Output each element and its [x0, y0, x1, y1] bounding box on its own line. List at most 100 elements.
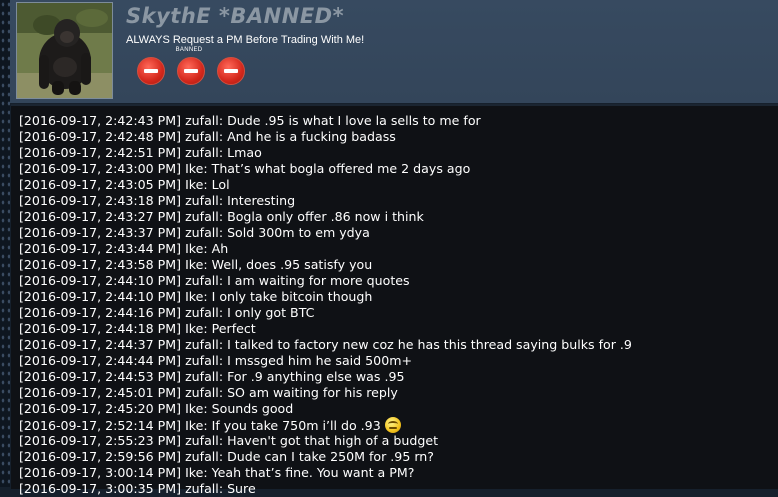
chat-message: [2016-09-17, 2:44:44 PM] zufall: I mssge…: [19, 353, 413, 368]
chat-log-panel: [2016-09-17, 2:42:43 PM] zufall: Dude .9…: [11, 104, 778, 496]
chat-message: [2016-09-17, 2:43:37 PM] zufall: Sold 30…: [19, 225, 370, 240]
banned-icon[interactable]: [177, 57, 205, 85]
banned-icon[interactable]: [137, 57, 165, 85]
chat-message: [2016-09-17, 2:59:56 PM] zufall: Dude ca…: [19, 449, 434, 464]
chat-username[interactable]: zufall: [185, 145, 219, 160]
chat-message-text: Sold 300m to em ydya: [227, 225, 370, 240]
chat-message-text: For .9 anything else was .95: [227, 369, 405, 384]
chat-username[interactable]: Ike: [185, 161, 203, 176]
chat-message: [2016-09-17, 3:00:14 PM] Ike: Yeah that’…: [19, 465, 415, 480]
chat-username[interactable]: zufall: [185, 273, 219, 288]
chat-username[interactable]: Ike: [185, 401, 203, 416]
chat-message: [2016-09-17, 2:43:05 PM] Ike: Lol: [19, 177, 230, 192]
chat-timestamp: [2016-09-17, 2:44:44 PM]: [19, 353, 182, 368]
smiley-icon: [384, 417, 401, 433]
chat-message: [2016-09-17, 3:00:35 PM] zufall: Sure: [19, 481, 256, 496]
chat-message-text: Sounds good: [211, 401, 294, 416]
avatar[interactable]: [16, 2, 113, 99]
chat-username[interactable]: Ike: [185, 177, 203, 192]
chat-username[interactable]: zufall: [185, 433, 219, 448]
chat-username[interactable]: zufall: [185, 353, 219, 368]
chat-message-text: Ah: [211, 241, 229, 256]
badge-row: BANNED: [137, 47, 247, 90]
chat-message-text: Perfect: [211, 321, 256, 336]
chat-timestamp: [2016-09-17, 2:44:37 PM]: [19, 337, 182, 352]
chat-username[interactable]: Ike: [185, 465, 203, 480]
chat-message-text: And he is a fucking badass: [227, 129, 396, 144]
chat-message: [2016-09-17, 2:43:18 PM] zufall: Interes…: [19, 193, 296, 208]
chat-username[interactable]: Ike: [185, 241, 203, 256]
chat-username[interactable]: zufall: [185, 113, 219, 128]
chat-timestamp: [2016-09-17, 2:45:01 PM]: [19, 385, 182, 400]
chat-username[interactable]: Ike: [185, 321, 203, 336]
banned-icon[interactable]: [217, 57, 245, 85]
chat-username[interactable]: zufall: [185, 193, 219, 208]
chat-message-text: Yeah that’s fine. You want a PM?: [211, 465, 415, 480]
chat-username[interactable]: zufall: [185, 337, 219, 352]
chat-message-text: Haven't got that high of a budget: [227, 433, 439, 448]
chat-timestamp: [2016-09-17, 2:43:00 PM]: [19, 161, 182, 176]
chat-message: [2016-09-17, 2:55:23 PM] zufall: Haven't…: [19, 433, 439, 448]
chat-timestamp: [2016-09-17, 2:44:18 PM]: [19, 321, 182, 336]
chat-timestamp: [2016-09-17, 3:00:35 PM]: [19, 481, 182, 496]
user-title: ALWAYS Request a PM Before Trading With …: [126, 34, 365, 46]
chat-username[interactable]: Ike: [185, 418, 203, 433]
chat-username[interactable]: zufall: [185, 209, 219, 224]
chat-message: [2016-09-17, 2:52:14 PM] Ike: If you tak…: [19, 417, 632, 433]
chat-username[interactable]: zufall: [185, 369, 219, 384]
chat-username[interactable]: Ike: [185, 289, 203, 304]
left-edge-strip: [0, 0, 10, 487]
chat-timestamp: [2016-09-17, 2:43:58 PM]: [19, 257, 182, 272]
chat-log: [2016-09-17, 2:42:43 PM] zufall: Dude .9…: [19, 113, 632, 497]
chat-message-text: Lmao: [227, 145, 262, 160]
chat-username[interactable]: zufall: [185, 449, 219, 464]
chat-message-text: I only take bitcoin though: [211, 289, 373, 304]
chat-timestamp: [2016-09-17, 2:44:16 PM]: [19, 305, 182, 320]
profile-header: SkythE *BANNED* ALWAYS Request a PM Befo…: [0, 0, 778, 103]
chat-timestamp: [2016-09-17, 2:52:14 PM]: [19, 418, 182, 433]
chat-timestamp: [2016-09-17, 2:44:53 PM]: [19, 369, 182, 384]
chat-message-text: I am waiting for more quotes: [227, 273, 410, 288]
chat-message-text: Lol: [211, 177, 230, 192]
username[interactable]: SkythE *BANNED*: [126, 4, 344, 28]
chat-message-text: SO am waiting for his reply: [227, 385, 398, 400]
chat-username[interactable]: zufall: [185, 225, 219, 240]
chat-message: [2016-09-17, 2:45:20 PM] Ike: Sounds goo…: [19, 401, 294, 416]
chat-timestamp: [2016-09-17, 2:42:48 PM]: [19, 129, 182, 144]
gorilla-avatar-image: [17, 3, 112, 98]
chat-message-text: Interesting: [227, 193, 296, 208]
chat-timestamp: [2016-09-17, 2:45:20 PM]: [19, 401, 182, 416]
chat-message: [2016-09-17, 2:44:10 PM] zufall: I am wa…: [19, 273, 410, 288]
chat-timestamp: [2016-09-17, 2:43:27 PM]: [19, 209, 182, 224]
chat-message: [2016-09-17, 2:44:16 PM] zufall: I only …: [19, 305, 315, 320]
chat-username[interactable]: zufall: [185, 481, 219, 496]
chat-timestamp: [2016-09-17, 3:00:14 PM]: [19, 465, 182, 480]
chat-message: [2016-09-17, 2:44:10 PM] Ike: I only tak…: [19, 289, 373, 304]
chat-timestamp: [2016-09-17, 2:42:51 PM]: [19, 145, 182, 160]
banned-badge-label: BANNED: [175, 47, 203, 53]
chat-timestamp: [2016-09-17, 2:55:23 PM]: [19, 433, 182, 448]
chat-username[interactable]: zufall: [185, 385, 219, 400]
chat-username[interactable]: zufall: [185, 305, 219, 320]
chat-message-text: I talked to factory new coz he has this …: [227, 337, 632, 352]
chat-message-text: Bogla only offer .86 now i think: [227, 209, 424, 224]
chat-message: [2016-09-17, 2:42:48 PM] zufall: And he …: [19, 129, 396, 144]
chat-timestamp: [2016-09-17, 2:59:56 PM]: [19, 449, 182, 464]
chat-message-text: I mssged him he said 500m+: [227, 353, 413, 368]
chat-message: [2016-09-17, 2:44:37 PM] zufall: I talke…: [19, 337, 632, 352]
chat-message-text: That’s what bogla offered me 2 days ago: [211, 161, 471, 176]
chat-message: [2016-09-17, 2:44:18 PM] Ike: Perfect: [19, 321, 256, 336]
chat-timestamp: [2016-09-17, 2:43:05 PM]: [19, 177, 182, 192]
chat-message: [2016-09-17, 2:42:51 PM] zufall: Lmao: [19, 145, 262, 160]
chat-message: [2016-09-17, 2:43:27 PM] zufall: Bogla o…: [19, 209, 424, 224]
chat-username[interactable]: Ike: [185, 257, 203, 272]
chat-message: [2016-09-17, 2:44:53 PM] zufall: For .9 …: [19, 369, 405, 384]
chat-timestamp: [2016-09-17, 2:44:10 PM]: [19, 289, 182, 304]
chat-message-text: I only got BTC: [227, 305, 315, 320]
chat-message: [2016-09-17, 2:45:01 PM] zufall: SO am w…: [19, 385, 398, 400]
chat-message-text: Sure: [227, 481, 256, 496]
chat-message-text: Dude can I take 250M for .95 rn?: [227, 449, 434, 464]
chat-message: [2016-09-17, 2:43:00 PM] Ike: That’s wha…: [19, 161, 471, 176]
chat-timestamp: [2016-09-17, 2:44:10 PM]: [19, 273, 182, 288]
chat-username[interactable]: zufall: [185, 129, 219, 144]
